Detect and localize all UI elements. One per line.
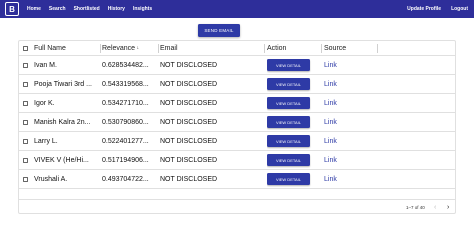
nav-logout-link[interactable]: Logout: [451, 6, 468, 12]
cell-name: Manish Kalra 2n...: [34, 118, 91, 126]
row-checkbox[interactable]: [23, 176, 28, 182]
source-link[interactable]: Link: [324, 62, 337, 69]
cell-source: Link: [324, 113, 364, 131]
nav-search-link[interactable]: Search: [49, 6, 66, 12]
cell-source: Link: [324, 170, 364, 188]
table-row[interactable]: Ivan M. 0.628534482... NOT DISCLOSED VIE…: [19, 56, 455, 75]
row-checkbox[interactable]: [23, 119, 28, 125]
cell-source: Link: [324, 151, 364, 169]
nav-left: Home Search Shortlisted History Insights: [27, 0, 152, 18]
table-row[interactable]: Pooja Tiwari 3rd ... 0.543319568... NOT …: [19, 75, 455, 94]
column-separator[interactable]: [264, 44, 265, 53]
column-header-source[interactable]: Source: [324, 41, 364, 55]
sort-desc-icon[interactable]: ↓: [137, 45, 140, 51]
table-row[interactable]: Igor K. 0.534271710... NOT DISCLOSED VIE…: [19, 94, 455, 113]
source-link[interactable]: Link: [324, 100, 337, 107]
chevron-left-icon[interactable]: ‹: [434, 200, 436, 215]
cell-action: VIEW DETAIL: [267, 94, 317, 112]
cell-relevance: 0.534271710...: [102, 99, 149, 107]
source-link[interactable]: Link: [324, 119, 337, 126]
table-header: Full Name Relevance ↓ Email Action Sourc…: [19, 41, 455, 56]
cell-source: Link: [324, 94, 364, 112]
column-separator[interactable]: [100, 44, 101, 53]
cell-action: VIEW DETAIL: [267, 132, 317, 150]
row-checkbox[interactable]: [23, 81, 28, 87]
cell-email: NOT DISCLOSED: [160, 118, 218, 126]
cell-name: Larry L.: [34, 137, 58, 145]
cell-relevance: 0.530790860...: [102, 118, 149, 126]
app-logo-icon[interactable]: B: [5, 2, 19, 16]
cell-email: NOT DISCLOSED: [160, 137, 218, 145]
cell-name: Vrushali A.: [34, 175, 68, 183]
nav-home-link[interactable]: Home: [27, 6, 41, 12]
row-checkbox[interactable]: [23, 62, 28, 68]
cell-email: NOT DISCLOSED: [160, 80, 218, 88]
source-link[interactable]: Link: [324, 81, 337, 88]
cell-relevance: 0.517194906...: [102, 156, 149, 164]
cell-email: NOT DISCLOSED: [160, 156, 218, 164]
candidates-table: Full Name Relevance ↓ Email Action Sourc…: [18, 40, 456, 214]
cell-relevance: 0.628534482...: [102, 61, 149, 69]
view-detail-button[interactable]: VIEW DETAIL: [267, 59, 310, 71]
cell-action: VIEW DETAIL: [267, 75, 317, 93]
chevron-right-icon[interactable]: ›: [447, 200, 449, 215]
select-all-checkbox[interactable]: [23, 45, 28, 51]
column-header-action[interactable]: Action: [267, 41, 317, 55]
view-detail-button[interactable]: VIEW DETAIL: [267, 116, 310, 128]
cell-name: VIVEK V (He/Hi...: [34, 156, 89, 164]
view-detail-button[interactable]: VIEW DETAIL: [267, 97, 310, 109]
cell-action: VIEW DETAIL: [267, 113, 317, 131]
row-checkbox[interactable]: [23, 157, 28, 163]
view-detail-button[interactable]: VIEW DETAIL: [267, 78, 310, 90]
source-link[interactable]: Link: [324, 138, 337, 145]
cell-action: VIEW DETAIL: [267, 151, 317, 169]
view-detail-button[interactable]: VIEW DETAIL: [267, 173, 310, 185]
nav-insights-link[interactable]: Insights: [133, 6, 152, 12]
column-header-relevance[interactable]: Relevance ↓: [102, 41, 156, 55]
cell-email: NOT DISCLOSED: [160, 175, 218, 183]
column-separator[interactable]: [321, 44, 322, 53]
top-navbar: B Home Search Shortlisted History Insigh…: [0, 0, 474, 18]
column-separator[interactable]: [377, 44, 378, 53]
row-checkbox[interactable]: [23, 138, 28, 144]
cell-action: VIEW DETAIL: [267, 170, 317, 188]
column-separator[interactable]: [158, 44, 159, 53]
source-link[interactable]: Link: [324, 176, 337, 183]
table-row[interactable]: Larry L. 0.522401277... NOT DISCLOSED VI…: [19, 132, 455, 151]
cell-source: Link: [324, 132, 364, 150]
cell-relevance: 0.522401277...: [102, 137, 149, 145]
cell-source: Link: [324, 56, 364, 74]
view-detail-button[interactable]: VIEW DETAIL: [267, 154, 310, 166]
nav-history-link[interactable]: History: [108, 6, 125, 12]
cell-relevance: 0.543319568...: [102, 80, 149, 88]
cell-name: Igor K.: [34, 99, 55, 107]
cell-action: VIEW DETAIL: [267, 56, 317, 74]
pagination-range: 1–7 of 40: [406, 205, 425, 210]
cell-name: Ivan M.: [34, 61, 57, 69]
row-checkbox[interactable]: [23, 100, 28, 106]
send-email-button[interactable]: SEND EMAIL: [198, 24, 240, 37]
column-header-email[interactable]: Email: [160, 41, 260, 55]
cell-source: Link: [324, 75, 364, 93]
cell-email: NOT DISCLOSED: [160, 61, 218, 69]
table-row[interactable]: Manish Kalra 2n... 0.530790860... NOT DI…: [19, 113, 455, 132]
table-row[interactable]: VIVEK V (He/Hi... 0.517194906... NOT DIS…: [19, 151, 455, 170]
table-row[interactable]: Vrushali A. 0.493704722... NOT DISCLOSED…: [19, 170, 455, 189]
cell-name: Pooja Tiwari 3rd ...: [34, 80, 92, 88]
column-header-name[interactable]: Full Name: [34, 41, 100, 55]
view-detail-button[interactable]: VIEW DETAIL: [267, 135, 310, 147]
cell-relevance: 0.493704722...: [102, 175, 149, 183]
source-link[interactable]: Link: [324, 157, 337, 164]
column-header-relevance-label: Relevance: [102, 44, 136, 52]
nav-right: Update Profile Logout: [407, 0, 468, 18]
nav-update-profile-link[interactable]: Update Profile: [407, 6, 441, 12]
nav-shortlisted-link[interactable]: Shortlisted: [74, 6, 100, 12]
cell-email: NOT DISCLOSED: [160, 99, 218, 107]
table-footer: 1–7 of 40 ‹ ›: [19, 199, 455, 214]
